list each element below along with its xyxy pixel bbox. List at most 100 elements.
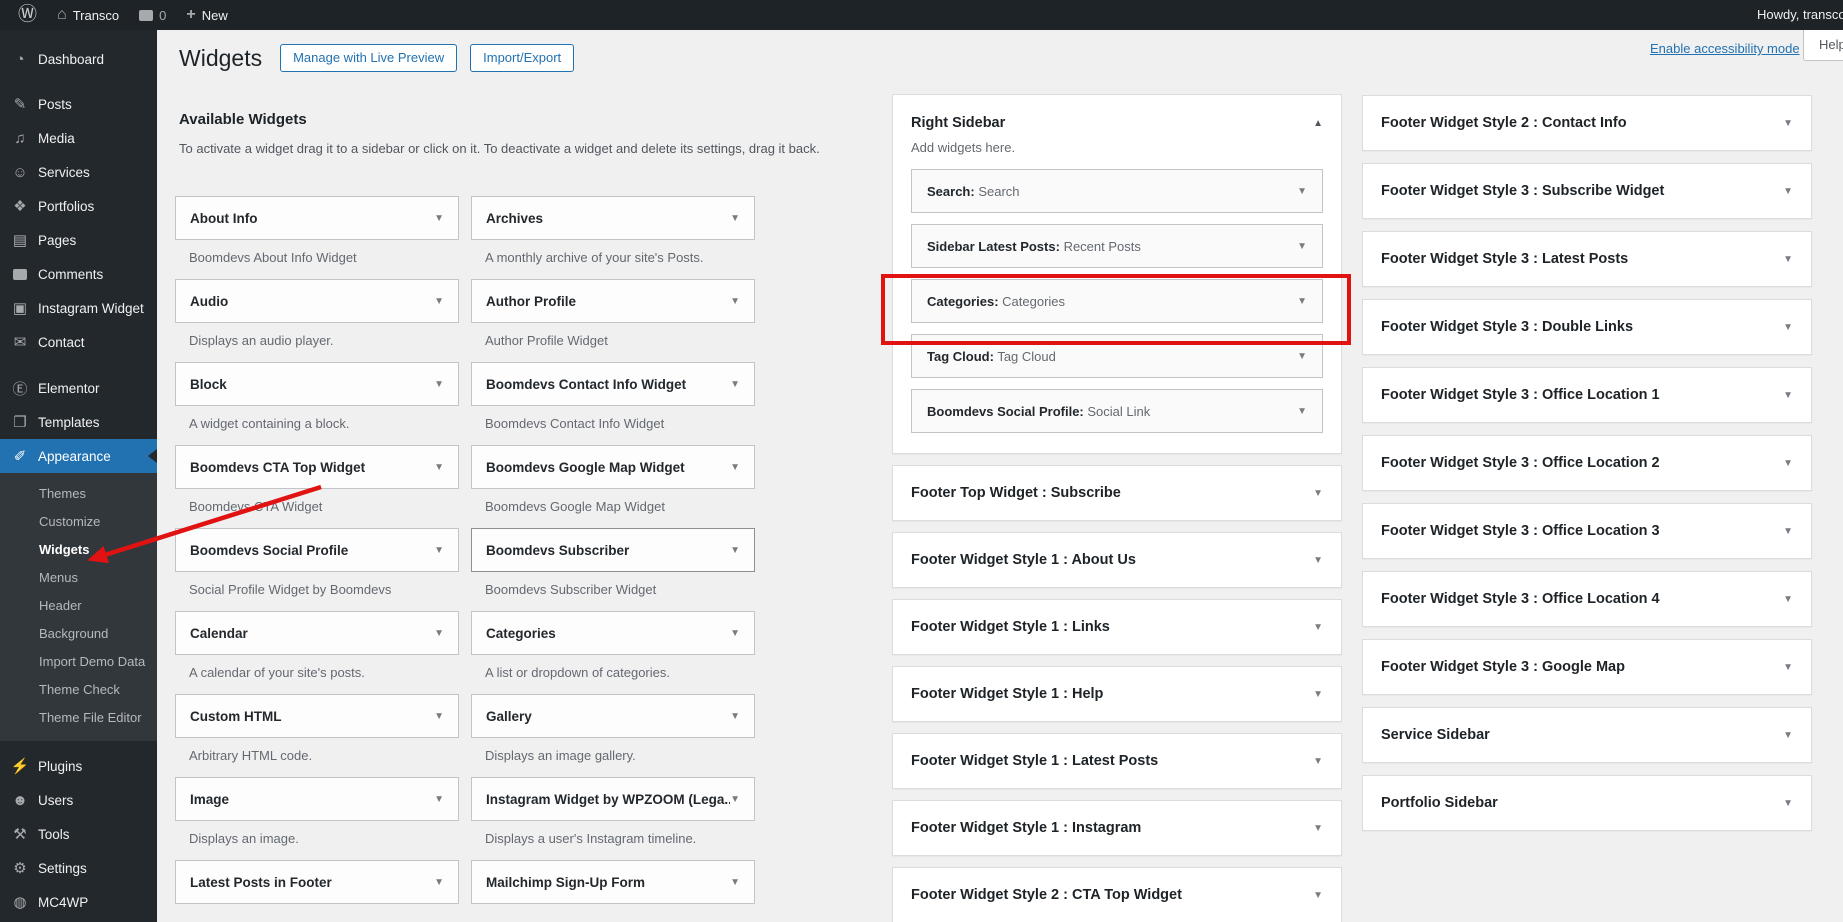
collapsed-sidebar-panel[interactable]: Footer Widget Style 3 : Double Links ▼ <box>1362 299 1812 355</box>
chevron-down-icon[interactable]: ▼ <box>1297 241 1307 252</box>
chevron-down-icon[interactable]: ▼ <box>1783 322 1793 333</box>
sidebar-item-instagram-widget[interactable]: ▣ Instagram Widget <box>0 291 157 325</box>
howdy-account-menu[interactable]: Howdy, transco <box>1757 0 1843 30</box>
collapsed-sidebar-panel[interactable]: Footer Widget Style 1 : About Us ▼ <box>892 532 1342 588</box>
sidebar-item-elementor[interactable]: Ⓔ Elementor <box>0 371 157 405</box>
sidebar-item-comments[interactable]: Comments <box>0 257 157 291</box>
sidebar-widget-bar[interactable]: Search: Search ▼ <box>911 169 1323 213</box>
chevron-down-icon[interactable]: ▼ <box>434 794 444 805</box>
collapse-panel-icon[interactable]: ▲ <box>1313 118 1323 129</box>
collapsed-sidebar-panel[interactable]: Footer Widget Style 1 : Instagram ▼ <box>892 800 1342 856</box>
manage-with-live-preview-button[interactable]: Manage with Live Preview <box>280 44 457 72</box>
chevron-down-icon[interactable]: ▼ <box>1783 594 1793 605</box>
chevron-down-icon[interactable]: ▼ <box>730 877 740 888</box>
chevron-down-icon[interactable]: ▼ <box>1783 390 1793 401</box>
chevron-down-icon[interactable]: ▼ <box>1783 118 1793 129</box>
submenu-item-theme-file-editor[interactable]: Theme File Editor <box>0 704 157 732</box>
chevron-down-icon[interactable]: ▼ <box>1297 406 1307 417</box>
sidebar-item-users[interactable]: ☻ Users <box>0 783 157 817</box>
sidebar-item-services[interactable]: ☺ Services <box>0 155 157 189</box>
submenu-item-customize[interactable]: Customize <box>0 508 157 536</box>
collapsed-sidebar-panel[interactable]: Footer Widget Style 1 : Help ▼ <box>892 666 1342 722</box>
chevron-down-icon[interactable]: ▼ <box>730 628 740 639</box>
chevron-down-icon[interactable]: ▼ <box>730 794 740 805</box>
sidebar-item-posts[interactable]: ✎ Posts <box>0 87 157 121</box>
submenu-item-background[interactable]: Background <box>0 620 157 648</box>
chevron-down-icon[interactable]: ▼ <box>1313 823 1323 834</box>
chevron-down-icon[interactable]: ▼ <box>434 711 444 722</box>
sidebar-item-media[interactable]: ♫ Media <box>0 121 157 155</box>
import-export-button[interactable]: Import/Export <box>470 44 574 72</box>
chevron-down-icon[interactable]: ▼ <box>434 877 444 888</box>
submenu-item-import-demo-data[interactable]: Import Demo Data <box>0 648 157 676</box>
chevron-down-icon[interactable]: ▼ <box>1313 488 1323 499</box>
collapsed-sidebar-panel[interactable]: Footer Widget Style 3 : Google Map ▼ <box>1362 639 1812 695</box>
collapsed-sidebar-panel[interactable]: Footer Widget Style 3 : Office Location … <box>1362 571 1812 627</box>
chevron-down-icon[interactable]: ▼ <box>730 545 740 556</box>
chevron-down-icon[interactable]: ▼ <box>1783 186 1793 197</box>
collapsed-sidebar-panel[interactable]: Footer Widget Style 1 : Links ▼ <box>892 599 1342 655</box>
chevron-down-icon[interactable]: ▼ <box>1313 890 1323 901</box>
sidebar-item-plugins[interactable]: ⚡ Plugins <box>0 749 157 783</box>
chevron-down-icon[interactable]: ▼ <box>1313 756 1323 767</box>
chevron-down-icon[interactable]: ▼ <box>1783 254 1793 265</box>
submenu-item-theme-check[interactable]: Theme Check <box>0 676 157 704</box>
sidebar-item-contact[interactable]: ✉ Contact <box>0 325 157 359</box>
sidebar-widget-bar[interactable]: Boomdevs Social Profile: Social Link ▼ <box>911 389 1323 433</box>
chevron-down-icon[interactable]: ▼ <box>1783 662 1793 673</box>
collapsed-sidebar-panel[interactable]: Footer Widget Style 1 : Latest Posts ▼ <box>892 733 1342 789</box>
sidebar-widget-bar-highlighted[interactable]: Categories: Categories ▼ <box>911 279 1323 323</box>
comments-shortcut[interactable]: 0 <box>129 0 176 30</box>
collapsed-sidebar-panel[interactable]: Footer Widget Style 2 : Contact Info ▼ <box>1362 95 1812 151</box>
collapsed-sidebar-panel[interactable]: Footer Widget Style 2 : CTA Top Widget ▼ <box>892 867 1342 922</box>
submenu-item-widgets[interactable]: Widgets <box>0 536 157 564</box>
chevron-down-icon[interactable]: ▼ <box>730 462 740 473</box>
chevron-down-icon[interactable]: ▼ <box>1297 351 1307 362</box>
collapsed-sidebar-panel[interactable]: Footer Widget Style 3 : Office Location … <box>1362 503 1812 559</box>
collapsed-sidebar-panel[interactable]: Footer Widget Style 3 : Subscribe Widget… <box>1362 163 1812 219</box>
chevron-down-icon[interactable]: ▼ <box>1297 186 1307 197</box>
sidebar-widget-bar[interactable]: Sidebar Latest Posts: Recent Posts ▼ <box>911 224 1323 268</box>
collapsed-sidebar-panel[interactable]: Footer Widget Style 3 : Office Location … <box>1362 367 1812 423</box>
new-content-menu[interactable]: + New <box>176 0 237 30</box>
chevron-down-icon[interactable]: ▼ <box>434 462 444 473</box>
enable-accessibility-mode-link[interactable]: Enable accessibility mode <box>1650 41 1800 56</box>
submenu-item-header[interactable]: Header <box>0 592 157 620</box>
wp-logo-menu[interactable]: Ⓦ <box>8 0 47 30</box>
site-name-link[interactable]: ⌂ Transco <box>47 0 129 30</box>
sidebar-item-dashboard[interactable]: ◔ Dashboard <box>0 42 157 76</box>
chevron-down-icon[interactable]: ▼ <box>1297 296 1307 307</box>
chevron-down-icon[interactable]: ▼ <box>434 213 444 224</box>
sidebar-item-appearance[interactable]: ✐ Appearance <box>0 439 157 473</box>
collapsed-sidebar-panel[interactable]: Footer Widget Style 3 : Office Location … <box>1362 435 1812 491</box>
chevron-down-icon[interactable]: ▼ <box>1783 798 1793 809</box>
chevron-down-icon[interactable]: ▼ <box>730 213 740 224</box>
chevron-down-icon[interactable]: ▼ <box>1783 526 1793 537</box>
sidebar-item-mc4wp[interactable]: ◍ MC4WP <box>0 885 157 919</box>
chevron-down-icon[interactable]: ▼ <box>730 379 740 390</box>
sidebar-item-pages[interactable]: ▤ Pages <box>0 223 157 257</box>
chevron-down-icon[interactable]: ▼ <box>730 296 740 307</box>
sidebar-widget-bar[interactable]: Tag Cloud: Tag Cloud ▼ <box>911 334 1323 378</box>
collapsed-sidebar-panel[interactable]: Service Sidebar ▼ <box>1362 707 1812 763</box>
chevron-down-icon[interactable]: ▼ <box>730 711 740 722</box>
help-tab[interactable]: Help <box>1803 30 1843 61</box>
submenu-item-menus[interactable]: Menus <box>0 564 157 592</box>
submenu-item-themes[interactable]: Themes <box>0 480 157 508</box>
chevron-down-icon[interactable]: ▼ <box>1783 458 1793 469</box>
chevron-down-icon[interactable]: ▼ <box>434 628 444 639</box>
sidebar-item-templates[interactable]: ❐ Templates <box>0 405 157 439</box>
sidebar-item-tools[interactable]: ⚒ Tools <box>0 817 157 851</box>
chevron-down-icon[interactable]: ▼ <box>434 296 444 307</box>
collapsed-sidebar-panel[interactable]: Portfolio Sidebar ▼ <box>1362 775 1812 831</box>
chevron-down-icon[interactable]: ▼ <box>434 379 444 390</box>
collapsed-sidebar-panel[interactable]: Footer Widget Style 3 : Latest Posts ▼ <box>1362 231 1812 287</box>
collapsed-sidebar-panel[interactable]: Footer Top Widget : Subscribe ▼ <box>892 465 1342 521</box>
chevron-down-icon[interactable]: ▼ <box>1783 730 1793 741</box>
chevron-down-icon[interactable]: ▼ <box>1313 689 1323 700</box>
sidebar-item-portfolios[interactable]: ❖ Portfolios <box>0 189 157 223</box>
chevron-down-icon[interactable]: ▼ <box>1313 555 1323 566</box>
chevron-down-icon[interactable]: ▼ <box>1313 622 1323 633</box>
chevron-down-icon[interactable]: ▼ <box>434 545 444 556</box>
sidebar-item-settings[interactable]: ⚙ Settings <box>0 851 157 885</box>
